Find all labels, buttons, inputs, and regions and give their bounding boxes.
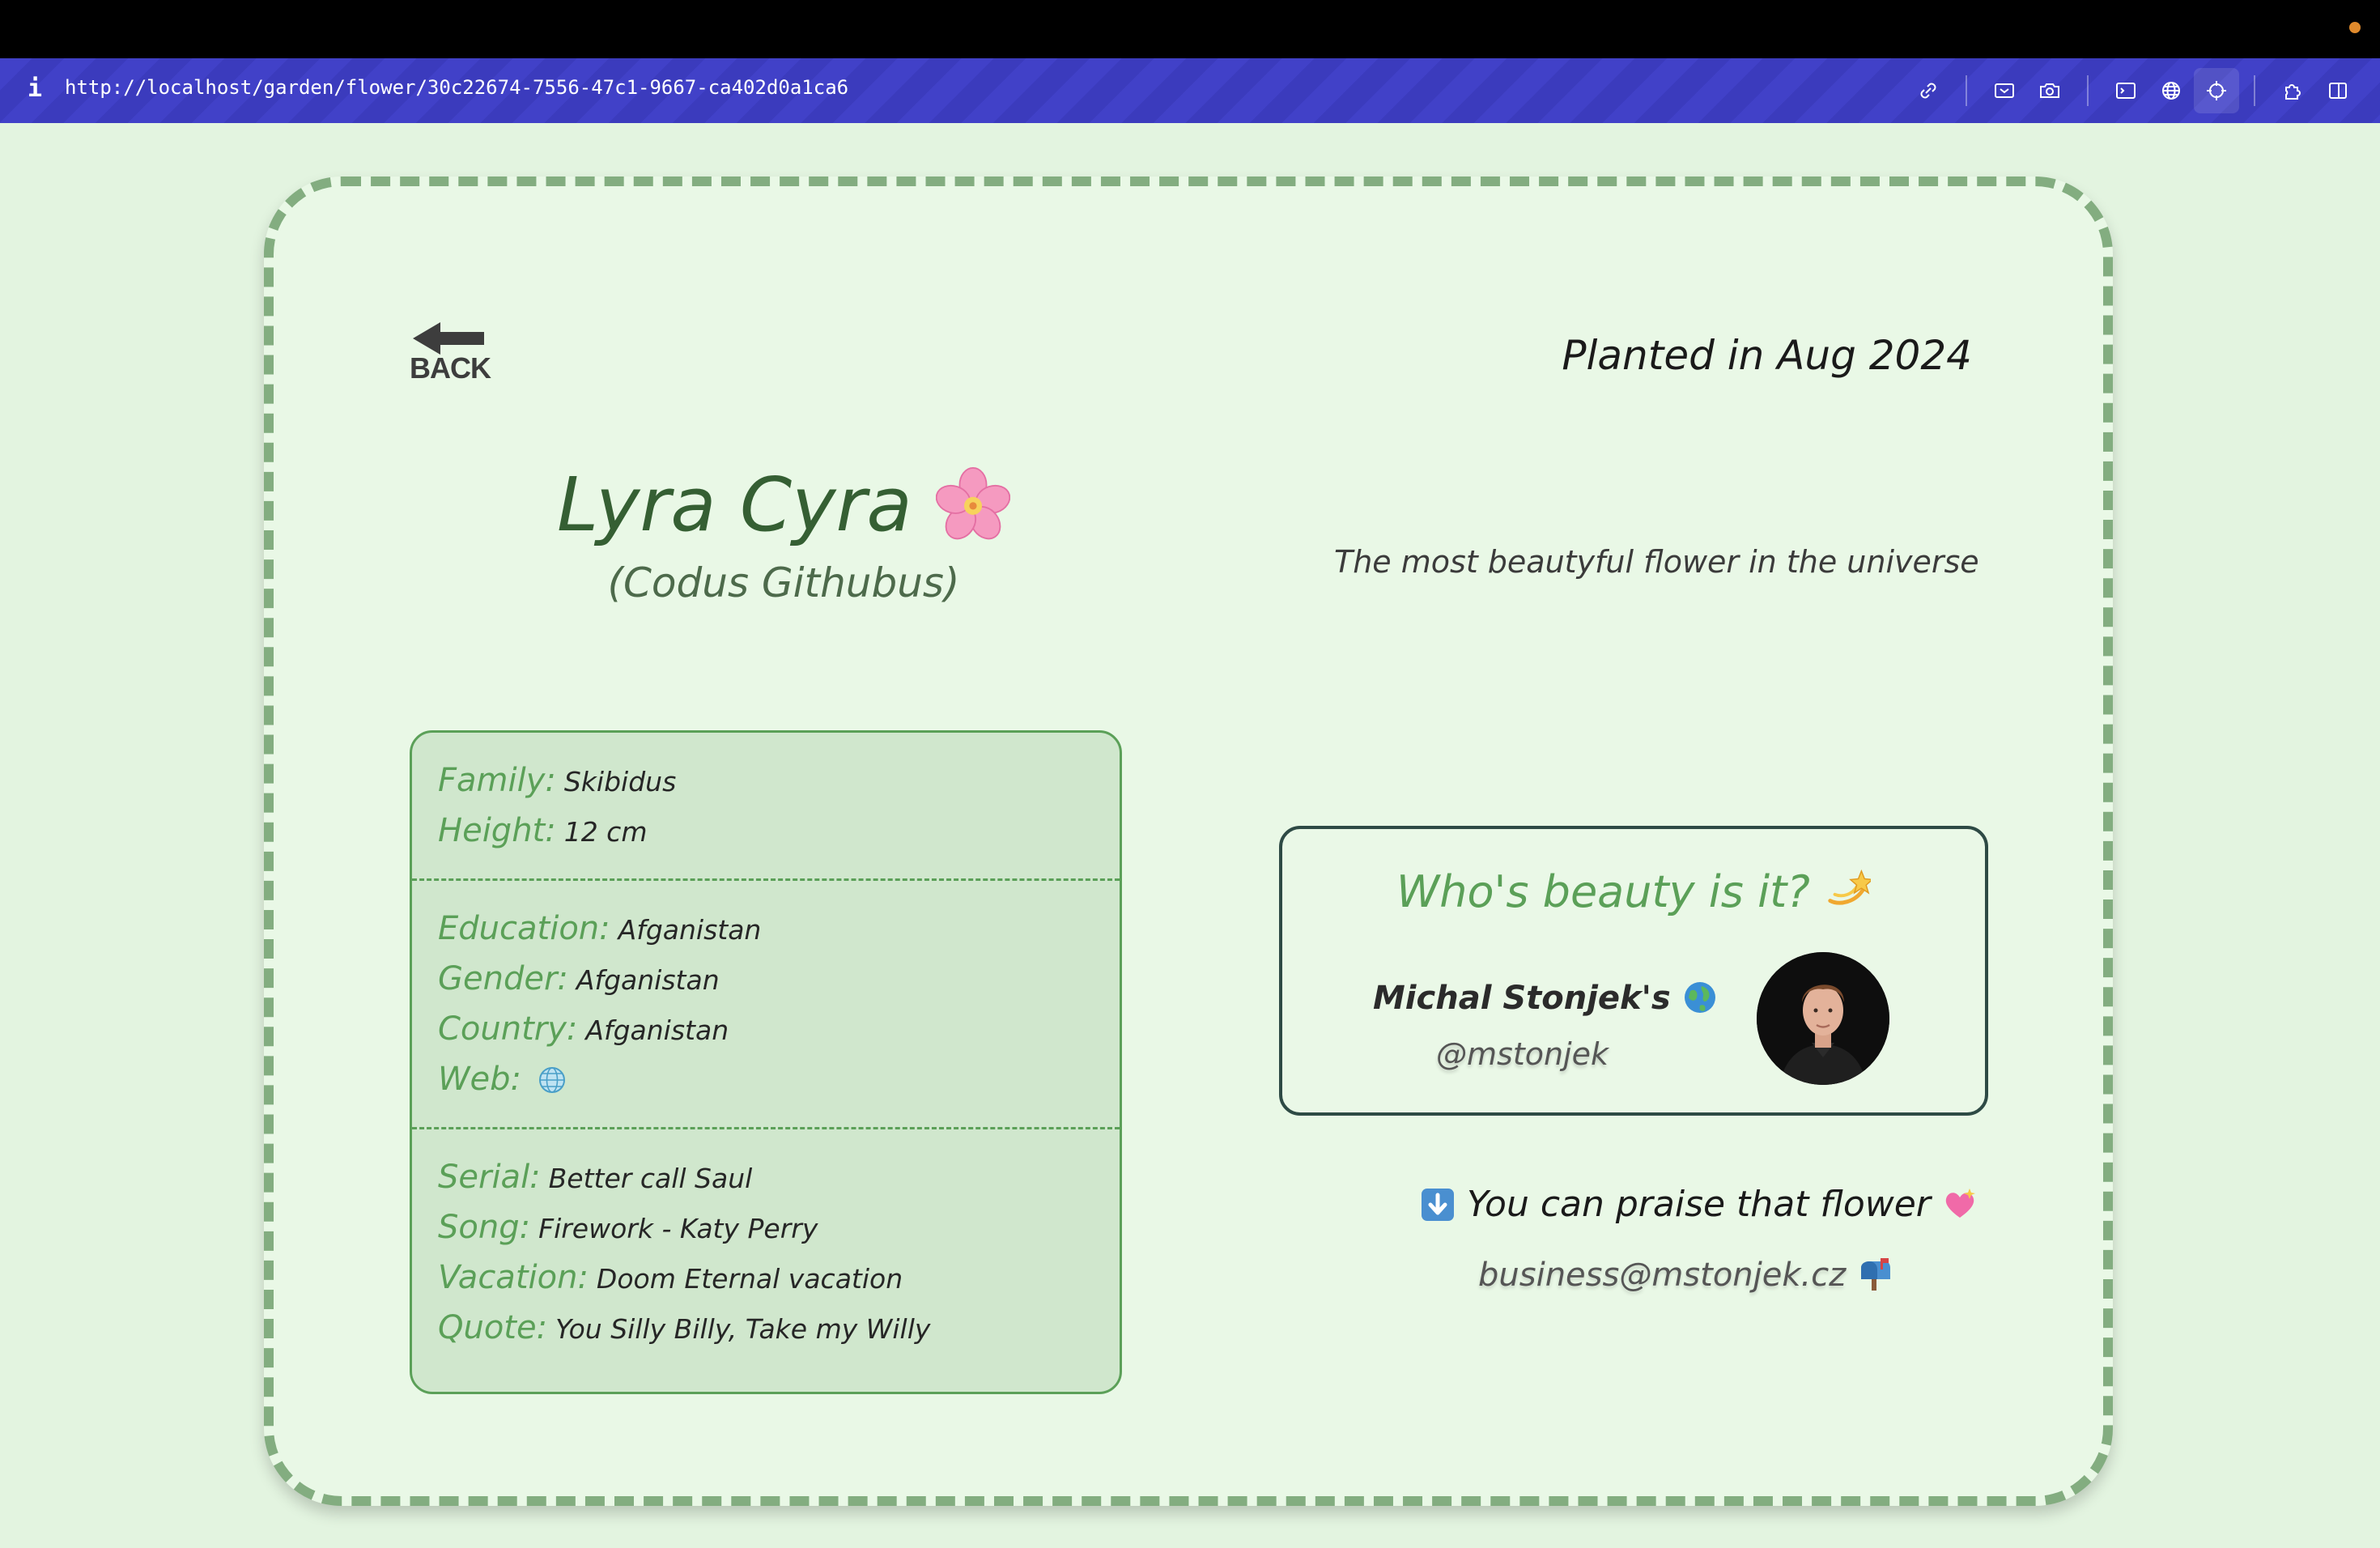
latin-name: (Codus Githubus) [607, 559, 960, 606]
info-row: Family: Skibidus [438, 755, 1094, 806]
info-row: Serial: Better call Saul [438, 1152, 1094, 1202]
url-text[interactable]: http://localhost/garden/flower/30c22674-… [65, 76, 848, 99]
info-value: 12 cm [563, 816, 648, 848]
system-top-bar [0, 0, 2380, 58]
flower-card: BACK Planted in Aug 2024 Lyra Cyra (Codu… [264, 176, 2113, 1506]
info-row: Height: 12 cm [438, 806, 1094, 856]
info-key: Vacation: [438, 1259, 589, 1296]
link-icon[interactable] [1906, 68, 1951, 113]
info-key: Quote: [438, 1309, 548, 1346]
mailbox-icon [1860, 1258, 1890, 1291]
status-indicator-dot [2349, 22, 2361, 33]
flower-info-box: Family: Skibidus Height: 12 cm Education: A… [410, 730, 1122, 1394]
terminal-icon[interactable] [2103, 68, 2148, 113]
info-section-basics: Family: Skibidus Height: 12 cm [412, 733, 1120, 878]
info-value: You Silly Billy, Take my Willy [555, 1313, 931, 1345]
earth-icon [1684, 982, 1715, 1013]
info-row: Vacation: Doom Eternal vacation [438, 1252, 1094, 1303]
info-value: Afganistan [585, 1014, 729, 1046]
info-key: Family: [438, 762, 556, 799]
dizzy-icon [1828, 869, 1872, 905]
info-row: Song: Firework - Katy Perry [438, 1202, 1094, 1252]
cherry-blossom-icon [936, 467, 1010, 540]
praise-text: You can praise that flower [1467, 1184, 1931, 1225]
sidebar-icon[interactable] [2315, 68, 2361, 113]
email-link-row[interactable]: business@mstonjek.cz [1478, 1257, 1892, 1294]
toolbar-divider [2087, 75, 2089, 106]
owner-name: Michal Stonjek's [1373, 980, 1671, 1017]
screenshot-icon[interactable] [1982, 68, 2027, 113]
toolbar-divider [2254, 75, 2255, 106]
browser-url-bar: i http://localhost/garden/flower/30c2267… [0, 58, 2380, 123]
info-key: Web: [438, 1061, 522, 1098]
info-key: Serial: [438, 1159, 541, 1196]
info-value: Afganistan [576, 964, 720, 996]
flower-tagline: The most beautyful flower in the univers… [1334, 544, 1979, 580]
flower-name-row: Lyra Cyra [516, 461, 1051, 548]
info-row: Education: Afganistan [438, 904, 1094, 954]
browser-toolbar [1906, 58, 2380, 123]
info-section-origin: Education: Afganistan Gender: Afganistan C… [412, 878, 1120, 1127]
garden-page: BACK Planted in Aug 2024 Lyra Cyra (Codu… [0, 123, 2380, 1548]
info-value: Doom Eternal vacation [596, 1263, 903, 1295]
owner-name-row: Michal Stonjek's [1373, 980, 1718, 1017]
back-label: BACK [410, 351, 491, 385]
sparkling-heart-icon [1945, 1189, 1975, 1218]
flower-name: Lyra Cyra [556, 461, 912, 548]
info-row: Gender: Afganistan [438, 954, 1094, 1004]
info-section-favorites: Serial: Better call Saul Song: Firework - … [412, 1127, 1120, 1376]
extension-icon[interactable] [2270, 68, 2315, 113]
globe-link-icon[interactable] [538, 1065, 567, 1095]
back-button[interactable]: BACK [410, 321, 491, 385]
flower-title-block: Lyra Cyra (Codus Githubus) [516, 461, 1051, 606]
owner-card: Who's beauty is it? Michal Stonjek's @ms… [1279, 826, 1988, 1116]
info-value: Firework - Katy Perry [538, 1213, 818, 1244]
owner-handle[interactable]: @mstonjek [1436, 1036, 1609, 1072]
info-row: Country: Afganistan [438, 1004, 1094, 1054]
avatar [1757, 952, 1889, 1085]
owner-title: Who's beauty is it? [1396, 866, 1810, 917]
camera-icon[interactable] [2027, 68, 2072, 113]
info-row: Web: [438, 1054, 1094, 1104]
info-key: Gender: [438, 960, 568, 997]
info-key: Song: [438, 1209, 531, 1246]
info-value: Skibidus [563, 766, 677, 797]
info-key: Height: [438, 812, 556, 849]
contact-email[interactable]: business@mstonjek.cz [1478, 1257, 1846, 1294]
owner-title-row: Who's beauty is it? [1282, 866, 1985, 917]
planted-date: Planted in Aug 2024 [1562, 332, 1972, 379]
info-key: Country: [438, 1010, 578, 1048]
globe-icon[interactable] [2148, 68, 2194, 113]
info-key: Education: [438, 910, 610, 947]
info-row: Quote: You Silly Billy, Take my Willy [438, 1303, 1094, 1353]
down-arrow-icon [1422, 1189, 1454, 1221]
praise-row: You can praise that flower [1420, 1184, 1978, 1225]
info-icon[interactable]: i [28, 74, 42, 103]
info-value: Afganistan [618, 914, 762, 946]
crosshair-icon[interactable] [2194, 68, 2239, 113]
owner-portrait [1757, 952, 1889, 1085]
toolbar-divider [1966, 75, 1967, 106]
info-value: Better call Saul [548, 1163, 753, 1194]
